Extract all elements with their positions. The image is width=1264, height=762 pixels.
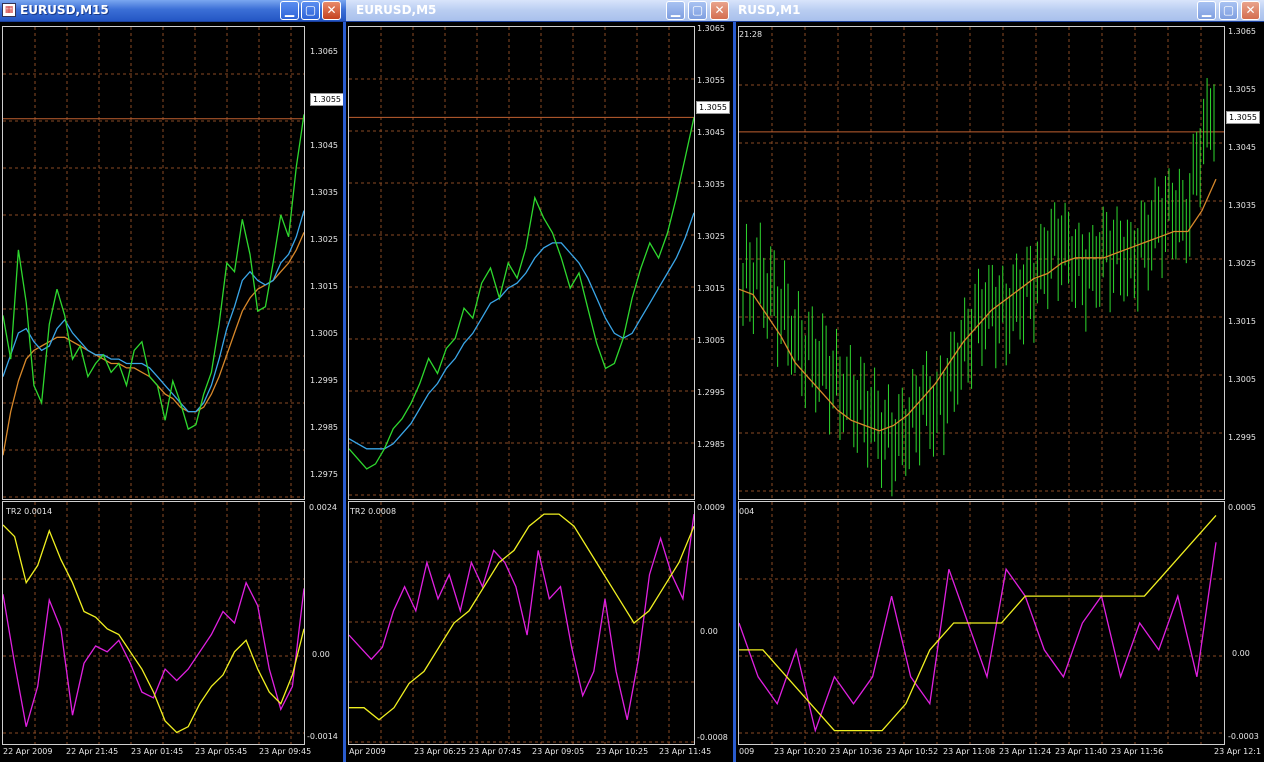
time-label: 23 Apr 10:20	[774, 747, 827, 756]
chart-window-m15[interactable]: ▦ EURUSD,M15 ▁ ▢ ✕ 1.3065 1.3055 1.3045 1.3…	[0, 0, 346, 762]
chart-window-m5[interactable]: EURUSD,M5 ▁ ▢ ✕ 1.3065 1.3055 1.3045 1.3035…	[346, 0, 736, 762]
indicator-axis-bottom: -0.0003	[1228, 732, 1259, 741]
time-label: 23 Apr 01:45	[131, 747, 184, 756]
time-label: 23 Apr 09:05	[532, 747, 585, 756]
indicator-axis-top: 0.0009	[697, 503, 725, 512]
minimize-button[interactable]: ▁	[1197, 1, 1216, 20]
indicator-axis-top: 0.0005	[1228, 503, 1256, 512]
maximize-button[interactable]: ▢	[1219, 1, 1238, 20]
time-label: 23 Apr 11:45	[659, 747, 712, 756]
close-button[interactable]: ✕	[1241, 1, 1260, 20]
current-price-label: 1.3055	[310, 93, 344, 106]
window-title: RUSD,M1	[738, 3, 801, 17]
price-axis-label: 1.3025	[310, 235, 338, 244]
price-axis-label: 1.3035	[697, 180, 725, 189]
time-label: 23 Apr 11:08	[943, 747, 996, 756]
indicator-axis-bottom: -0.0014	[307, 732, 338, 741]
price-axis-label: 1.3005	[697, 336, 725, 345]
indicator-axis-zero: 0.00	[312, 650, 330, 659]
indicator-line-magenta	[739, 542, 1217, 733]
time-label: Apr 2009	[349, 747, 386, 756]
price-axis-label: 1.3015	[1228, 317, 1256, 326]
indicator-name: TR2 0.0008	[350, 507, 397, 516]
chart-top-label: 21:28	[739, 30, 763, 39]
indicator-axis-zero: 0.00	[700, 627, 718, 636]
price-chart	[739, 27, 1224, 499]
time-label: 23 Apr 05:45	[195, 747, 248, 756]
current-price-label: 1.3055	[696, 101, 730, 114]
time-label: 23 Apr 06:25	[414, 747, 467, 756]
price-axis-label: 1.3025	[697, 232, 725, 241]
indicator-axis-bottom: -0.0008	[697, 733, 728, 742]
indicator-name: TR2 0.0014	[6, 507, 53, 516]
indicator-chart	[349, 502, 694, 744]
title-bar[interactable]: RUSD,M1 ▁ ▢ ✕	[736, 0, 1264, 22]
price-axis-label: 1.3045	[310, 141, 338, 150]
price-axis-label: 1.3055	[1228, 85, 1256, 94]
chart-window-m1[interactable]: RUSD,M1 ▁ ▢ ✕ 21:28 1.3065 1.3055 1.3045 1.…	[736, 0, 1264, 762]
time-label: 009	[739, 747, 755, 756]
price-axis-label: 1.3005	[1228, 375, 1256, 384]
maximize-button[interactable]: ▢	[688, 1, 707, 20]
price-axis-label: 1.3045	[1228, 143, 1256, 152]
price-axis-label: 1.3065	[697, 24, 725, 33]
moving-average-fast	[349, 212, 694, 450]
price-axis-label: 1.3065	[310, 47, 338, 56]
indicator-chart	[3, 502, 304, 744]
indicator-line-yellow	[349, 513, 694, 721]
price-axis-label: 1.2975	[310, 470, 338, 479]
close-button[interactable]: ✕	[710, 1, 729, 20]
price-axis-label: 1.3045	[697, 128, 725, 137]
price-axis-label: 1.3015	[310, 282, 338, 291]
close-button[interactable]: ✕	[322, 1, 341, 20]
app-icon: ▦	[2, 3, 16, 17]
time-label: 23 Apr 12:1	[1214, 747, 1262, 756]
indicator-name: 004	[739, 507, 755, 516]
current-price-label: 1.3055	[1226, 111, 1260, 124]
window-title: EURUSD,M5	[356, 3, 437, 17]
price-axis-label: 1.2985	[310, 423, 338, 432]
price-axis-label: 1.3055	[697, 76, 725, 85]
price-axis-label: 1.2985	[697, 440, 725, 449]
indicator-axis-top: 0.0024	[309, 503, 337, 512]
price-axis-label: 1.3065	[1228, 27, 1256, 36]
price-line	[349, 117, 694, 470]
price-chart	[3, 27, 304, 499]
moving-average-slow	[3, 232, 304, 456]
price-chart	[349, 27, 694, 499]
indicator-chart	[739, 502, 1224, 744]
indicator-axis-zero: 0.00	[1232, 649, 1250, 658]
price-axis-label: 1.3025	[1228, 259, 1256, 268]
price-axis-label: 1.2995	[697, 388, 725, 397]
time-label: 23 Apr 10:52	[886, 747, 939, 756]
maximize-button[interactable]: ▢	[301, 1, 320, 20]
price-axis-label: 1.2995	[1228, 433, 1256, 442]
price-axis-label: 1.3035	[310, 188, 338, 197]
indicator-line-yellow	[739, 514, 1217, 732]
time-label: 23 Apr 11:40	[1055, 747, 1108, 756]
window-title: EURUSD,M15	[20, 3, 109, 17]
time-label: 23 Apr 07:45	[469, 747, 522, 756]
price-axis-label: 1.3005	[310, 329, 338, 338]
time-label: 23 Apr 10:36	[830, 747, 883, 756]
time-label: 23 Apr 10:25	[596, 747, 649, 756]
title-bar[interactable]: ▦ EURUSD,M15 ▁ ▢ ✕	[0, 0, 346, 22]
price-axis-label: 1.3015	[697, 284, 725, 293]
minimize-button[interactable]: ▁	[280, 1, 299, 20]
price-axis-label: 1.3035	[1228, 201, 1256, 210]
price-axis-label: 1.2995	[310, 376, 338, 385]
minimize-button[interactable]: ▁	[666, 1, 685, 20]
time-label: 22 Apr 21:45	[66, 747, 119, 756]
time-label: 23 Apr 09:45	[259, 747, 312, 756]
time-label: 22 Apr 2009	[3, 747, 53, 756]
title-bar[interactable]: EURUSD,M5 ▁ ▢ ✕	[346, 0, 736, 22]
time-label: 23 Apr 11:56	[1111, 747, 1164, 756]
time-label: 23 Apr 11:24	[999, 747, 1052, 756]
